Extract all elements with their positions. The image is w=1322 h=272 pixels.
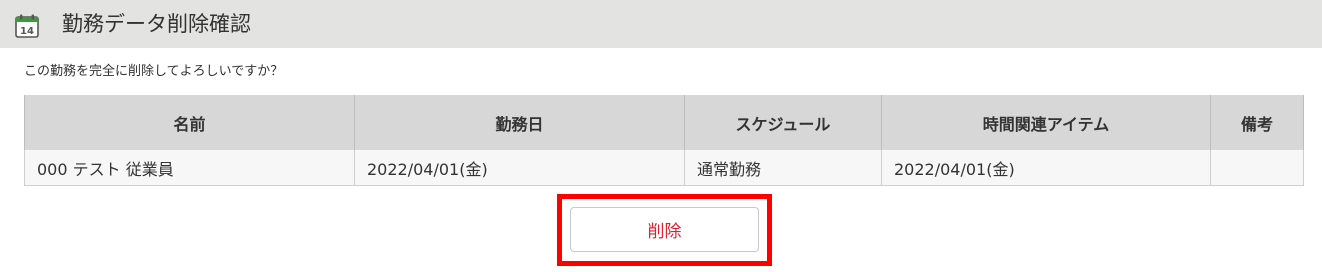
column-header-schedule: スケジュール xyxy=(684,95,882,150)
delete-button[interactable]: 削除 xyxy=(570,207,759,252)
table-header-row: 名前 勤務日 スケジュール 時間関連アイテム 備考 xyxy=(24,95,1304,150)
column-header-remarks: 備考 xyxy=(1210,95,1304,150)
table-row: 000 テスト 従業員 2022/04/01(金) 通常勤務 2022/04/0… xyxy=(24,150,1304,186)
page-header: 14 勤務データ削除確認 xyxy=(0,0,1322,48)
column-header-name: 名前 xyxy=(24,95,355,150)
cell-work-date: 2022/04/01(金) xyxy=(354,150,685,186)
cell-schedule: 通常勤務 xyxy=(684,150,882,186)
page-title: 勤務データ削除確認 xyxy=(62,12,251,36)
cell-remarks xyxy=(1210,150,1304,186)
column-header-work-date: 勤務日 xyxy=(354,95,685,150)
calendar-icon-day: 14 xyxy=(20,26,34,37)
confirmation-message: この勤務を完全に削除してよろしいですか？ xyxy=(24,64,284,79)
calendar-icon: 14 xyxy=(14,13,40,39)
cell-time-items: 2022/04/01(金) xyxy=(881,150,1211,186)
column-header-time-items: 時間関連アイテム xyxy=(881,95,1211,150)
work-data-table: 名前 勤務日 スケジュール 時間関連アイテム 備考 000 テスト 従業員 20… xyxy=(24,95,1304,186)
cell-employee-name: 000 テスト 従業員 xyxy=(24,150,355,186)
